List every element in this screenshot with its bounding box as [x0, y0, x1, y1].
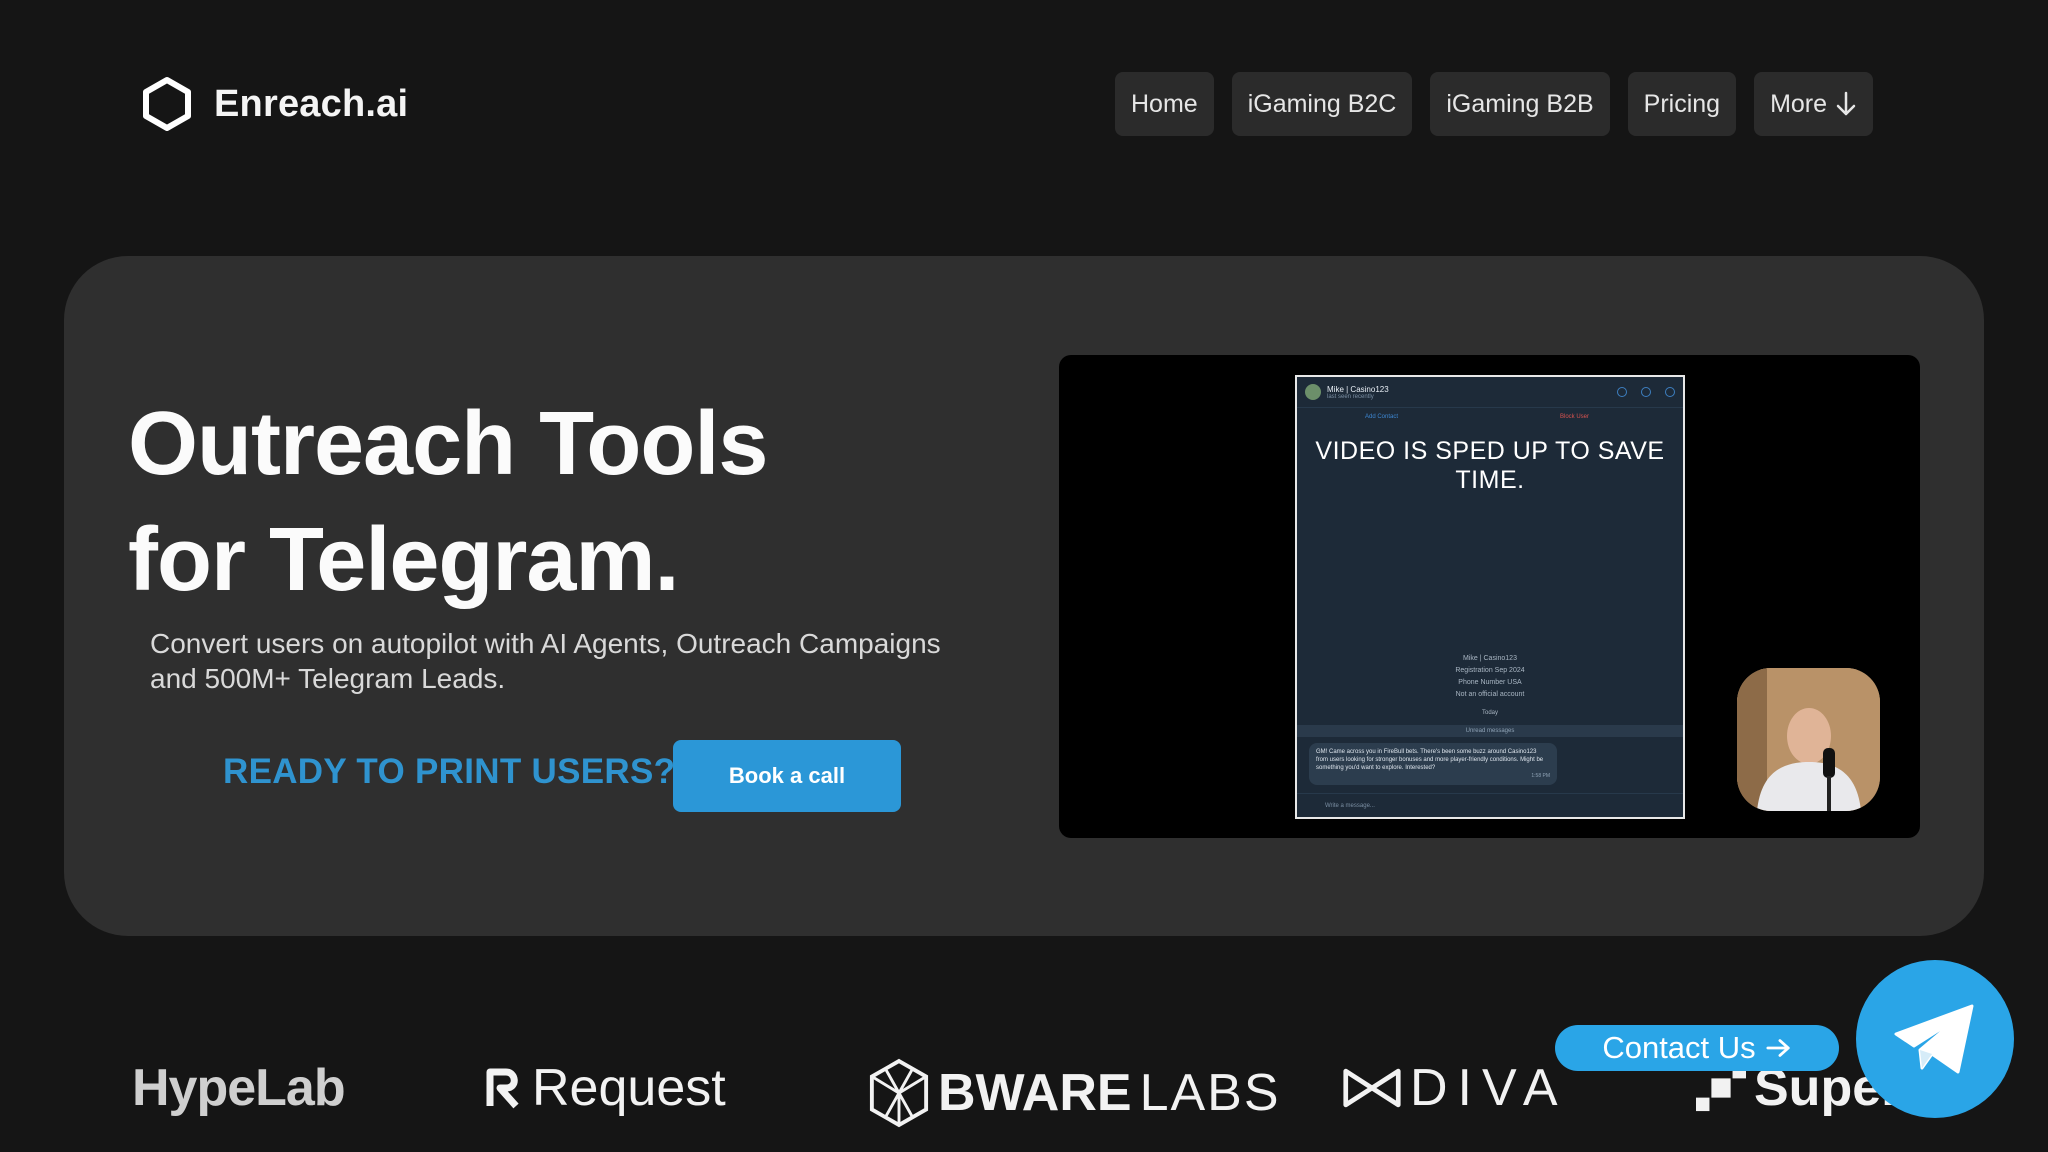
- unread-separator: Unread messages: [1297, 725, 1683, 737]
- avatar: [1305, 384, 1321, 400]
- chat-name: Mike | Casino123: [1327, 384, 1389, 394]
- nav-more[interactable]: More: [1754, 72, 1874, 136]
- partner-logo-request: Request: [484, 1058, 726, 1118]
- demo-video[interactable]: Mike | Casino123 last seen recently Add …: [1059, 355, 1920, 838]
- more-icon: [1665, 387, 1675, 397]
- nav-igaming-b2c[interactable]: iGaming B2C: [1231, 72, 1413, 136]
- contact-us-button[interactable]: Contact Us: [1555, 1025, 1839, 1071]
- partner-logo-hypelab: HypeLab: [132, 1059, 346, 1117]
- add-contact-link: Add Contact: [1365, 414, 1399, 420]
- message-input: Write a message...: [1297, 793, 1683, 817]
- video-overlay-text: VIDEO IS SPED UP TO SAVE TIME.: [1315, 437, 1665, 494]
- chat-header: Mike | Casino123 last seen recently: [1297, 377, 1683, 408]
- chat-message: GM! Came across you in FireBull bets. Th…: [1309, 743, 1557, 785]
- telegram-plane-icon: [1894, 1004, 1974, 1074]
- book-call-button[interactable]: Book a call: [673, 740, 901, 812]
- diva-logo-icon: [1343, 1068, 1401, 1108]
- nav-pricing[interactable]: Pricing: [1627, 72, 1737, 136]
- presenter-image: [1737, 668, 1880, 811]
- arrow-down-icon: [1836, 91, 1856, 116]
- cta-headline: READY TO PRINT USERS?: [223, 752, 676, 791]
- search-icon: [1641, 387, 1651, 397]
- arrow-right-icon: [1766, 1039, 1790, 1057]
- nav-home[interactable]: Home: [1115, 72, 1214, 136]
- main-nav: Home iGaming B2C iGaming B2B Pricing Mor…: [1115, 72, 1874, 136]
- date-separator: Today: [1481, 710, 1498, 716]
- nav-igaming-b2b[interactable]: iGaming B2B: [1430, 72, 1610, 136]
- telegram-chat-window: Mike | Casino123 last seen recently Add …: [1295, 375, 1685, 819]
- request-logo-icon: [486, 1068, 519, 1109]
- brand-name: Enreach.ai: [214, 82, 409, 125]
- brand-logo[interactable]: Enreach.ai: [140, 76, 408, 132]
- presenter-webcam: [1737, 668, 1880, 811]
- hero-title: Outreach Tools for Telegram.: [128, 394, 768, 610]
- hero-subtitle: Convert users on autopilot with AI Agent…: [150, 628, 941, 694]
- block-user-link: Block User: [1559, 414, 1589, 420]
- partner-logo-bware-labs: BWARE LABS: [868, 1058, 1281, 1128]
- phone-icon: [1617, 387, 1627, 397]
- bware-cube-icon: [869, 1058, 929, 1128]
- partner-logo-diva: DIVA: [1342, 1058, 1568, 1118]
- chat-status: last seen recently: [1327, 393, 1374, 400]
- telegram-chat-button[interactable]: [1856, 960, 2014, 1118]
- hexagon-logo-icon: [143, 77, 191, 131]
- contact-info-card: Mike | Casino123 Registration Sep 2024 P…: [1455, 655, 1525, 698]
